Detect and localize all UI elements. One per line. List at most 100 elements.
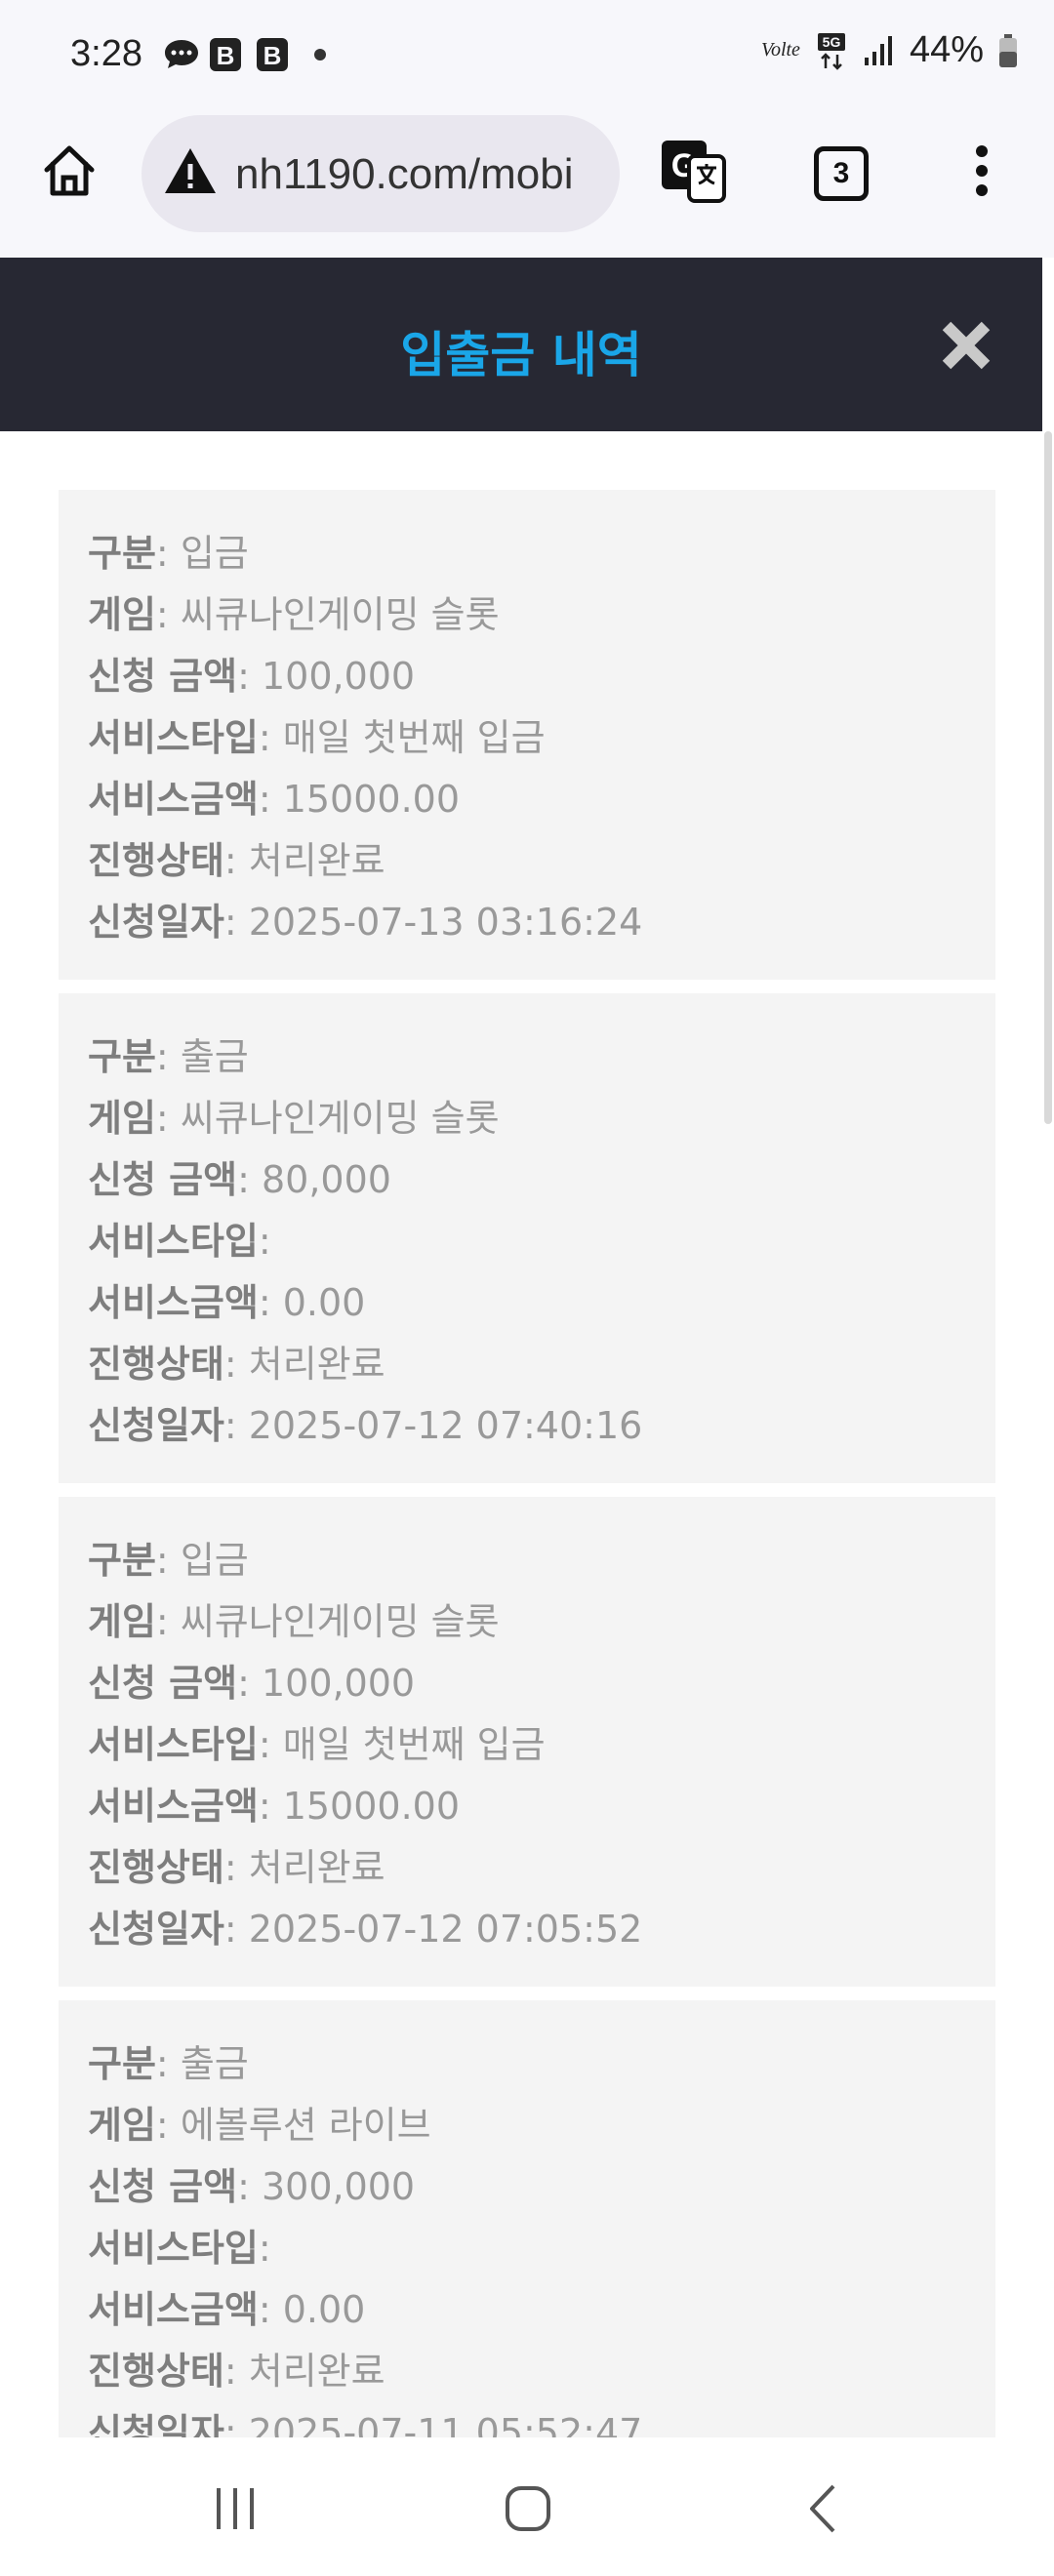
app-b-notification-icon-2: B bbox=[257, 38, 288, 71]
close-button[interactable] bbox=[939, 318, 993, 373]
value-type: 출금 bbox=[180, 2042, 249, 2085]
row-service-amount: 서비스금액: 0.00 bbox=[88, 1281, 366, 1324]
address-bar[interactable]: nh1190.com/mobi bbox=[142, 115, 620, 232]
label-date: 신청일자 bbox=[88, 1908, 224, 1951]
tab-count: 3 bbox=[814, 146, 869, 201]
row-service-type: 서비스타입: 매일 첫번째 입금 bbox=[88, 1723, 546, 1766]
label-status: 진행상태 bbox=[88, 839, 224, 882]
row-service-type: 서비스타입: bbox=[88, 1220, 271, 1263]
row-date: 신청일자: 2025-07-12 07:05:52 bbox=[88, 1908, 643, 1951]
row-service-amount: 서비스금액: 15000.00 bbox=[88, 778, 461, 821]
translate-icon: G bbox=[662, 141, 726, 203]
value-amount: 300,000 bbox=[261, 2165, 416, 2208]
status-right: Volte 5G 44% bbox=[761, 29, 1019, 71]
message-notification-icon bbox=[165, 40, 198, 68]
row-service-type: 서비스타입: bbox=[88, 2227, 271, 2270]
transaction-card: 구분: 출금 게임: 씨큐나인게이밍 슬롯 신청 금액: 80,000 서비스타… bbox=[59, 993, 995, 1483]
label-amount: 신청 금액 bbox=[88, 655, 238, 698]
value-type: 입금 bbox=[180, 1539, 249, 1582]
label-type: 구분 bbox=[88, 1035, 156, 1078]
label-game: 게임 bbox=[88, 1097, 156, 1140]
value-type: 입금 bbox=[180, 532, 249, 575]
row-service-amount: 서비스금액: 15000.00 bbox=[88, 1785, 461, 1828]
row-type: 구분: 입금 bbox=[88, 1539, 249, 1582]
battery-percent: 44% bbox=[909, 29, 984, 70]
row-type: 구분: 입금 bbox=[88, 532, 249, 575]
row-service-type: 서비스타입: 매일 첫번째 입금 bbox=[88, 716, 546, 759]
value-status: 처리완료 bbox=[248, 1846, 385, 1889]
value-service-type: 매일 첫번째 입금 bbox=[282, 716, 546, 759]
label-service-amount: 서비스금액 bbox=[88, 2288, 259, 2331]
row-amount: 신청 금액: 300,000 bbox=[88, 2165, 416, 2208]
row-status: 진행상태: 처리완료 bbox=[88, 1343, 385, 1386]
label-status: 진행상태 bbox=[88, 1846, 224, 1889]
label-type: 구분 bbox=[88, 1539, 156, 1582]
label-service-type: 서비스타입 bbox=[88, 2227, 259, 2270]
volte-label: Volte bbox=[760, 39, 800, 60]
row-game: 게임: 씨큐나인게이밍 슬롯 bbox=[88, 1600, 500, 1643]
row-type: 구분: 출금 bbox=[88, 1035, 249, 1078]
svg-text:5G: 5G bbox=[823, 34, 841, 50]
transaction-card: 구분: 입금 게임: 씨큐나인게이밍 슬롯 신청 금액: 100,000 서비스… bbox=[59, 1497, 995, 1987]
more-vertical-icon bbox=[976, 145, 988, 196]
back-icon bbox=[810, 2484, 835, 2533]
value-service-type: 매일 첫번째 입금 bbox=[282, 1723, 546, 1766]
tab-switcher-button[interactable]: 3 bbox=[810, 142, 872, 205]
value-game: 씨큐나인게이밍 슬롯 bbox=[180, 1097, 500, 1140]
network-5g-icon: 5G bbox=[817, 32, 845, 70]
label-game: 게임 bbox=[88, 593, 156, 636]
value-type: 출금 bbox=[180, 1035, 249, 1078]
row-status: 진행상태: 처리완료 bbox=[88, 2350, 385, 2393]
row-date: 신청일자: 2025-07-12 07:40:16 bbox=[88, 1404, 643, 1447]
back-button[interactable] bbox=[790, 2475, 859, 2543]
svg-text:B: B bbox=[217, 41, 235, 70]
recent-apps-button[interactable] bbox=[201, 2475, 269, 2543]
svg-text:B: B bbox=[264, 41, 282, 70]
value-service-amount: 0.00 bbox=[282, 1281, 366, 1324]
value-amount: 100,000 bbox=[261, 1662, 416, 1705]
label-amount: 신청 금액 bbox=[88, 1158, 238, 1201]
home-icon bbox=[44, 145, 95, 196]
label-status: 진행상태 bbox=[88, 1343, 224, 1386]
label-amount: 신청 금액 bbox=[88, 2165, 238, 2208]
row-game: 게임: 씨큐나인게이밍 슬롯 bbox=[88, 593, 500, 636]
row-game: 게임: 씨큐나인게이밍 슬롯 bbox=[88, 1097, 500, 1140]
recent-apps-icon bbox=[217, 2488, 254, 2529]
label-type: 구분 bbox=[88, 2042, 156, 2085]
label-date: 신청일자 bbox=[88, 2411, 224, 2437]
value-date: 2025-07-12 07:05:52 bbox=[248, 1908, 643, 1951]
value-status: 처리완료 bbox=[248, 1343, 385, 1386]
label-game: 게임 bbox=[88, 2104, 156, 2147]
system-nav-bar bbox=[0, 2437, 1054, 2576]
transaction-history-list[interactable]: 구분: 입금 게임: 씨큐나인게이밍 슬롯 신청 금액: 100,000 서비스… bbox=[0, 431, 1042, 2437]
transaction-card: 구분: 입금 게임: 씨큐나인게이밍 슬롯 신청 금액: 100,000 서비스… bbox=[59, 490, 995, 980]
row-status: 진행상태: 처리완료 bbox=[88, 1846, 385, 1889]
translate-button[interactable]: G bbox=[656, 133, 730, 207]
home-nav-button[interactable] bbox=[494, 2475, 562, 2543]
value-status: 처리완료 bbox=[248, 2350, 385, 2393]
value-game: 씨큐나인게이밍 슬롯 bbox=[180, 1600, 500, 1643]
label-status: 진행상태 bbox=[88, 2350, 224, 2393]
row-date: 신청일자: 2025-07-13 03:16:24 bbox=[88, 901, 643, 944]
label-game: 게임 bbox=[88, 1600, 156, 1643]
row-type: 구분: 출금 bbox=[88, 2042, 249, 2085]
label-service-amount: 서비스금액 bbox=[88, 1785, 259, 1828]
row-date: 신청일자: 2025-07-11 05:52:47 bbox=[88, 2402, 995, 2437]
label-service-amount: 서비스금액 bbox=[88, 1281, 259, 1324]
home-button[interactable] bbox=[35, 137, 103, 205]
value-service-amount: 15000.00 bbox=[282, 1785, 461, 1828]
row-amount: 신청 금액: 80,000 bbox=[88, 1158, 391, 1201]
value-date: 2025-07-11 05:52:47 bbox=[248, 2411, 643, 2437]
label-service-amount: 서비스금액 bbox=[88, 778, 259, 821]
signal-icon bbox=[864, 35, 892, 65]
more-menu-button[interactable] bbox=[960, 137, 1003, 205]
page-title: 입출금 내역 bbox=[400, 327, 642, 383]
value-date: 2025-07-12 07:40:16 bbox=[248, 1404, 643, 1447]
warning-icon bbox=[165, 148, 216, 193]
page-header: 입출금 내역 bbox=[0, 258, 1042, 431]
value-amount: 100,000 bbox=[261, 655, 416, 698]
label-service-type: 서비스타입 bbox=[88, 1723, 259, 1766]
value-service-amount: 0.00 bbox=[282, 2288, 366, 2331]
scroll-thumb[interactable] bbox=[1044, 431, 1052, 1124]
app-b-notification-icon: B bbox=[210, 38, 241, 71]
